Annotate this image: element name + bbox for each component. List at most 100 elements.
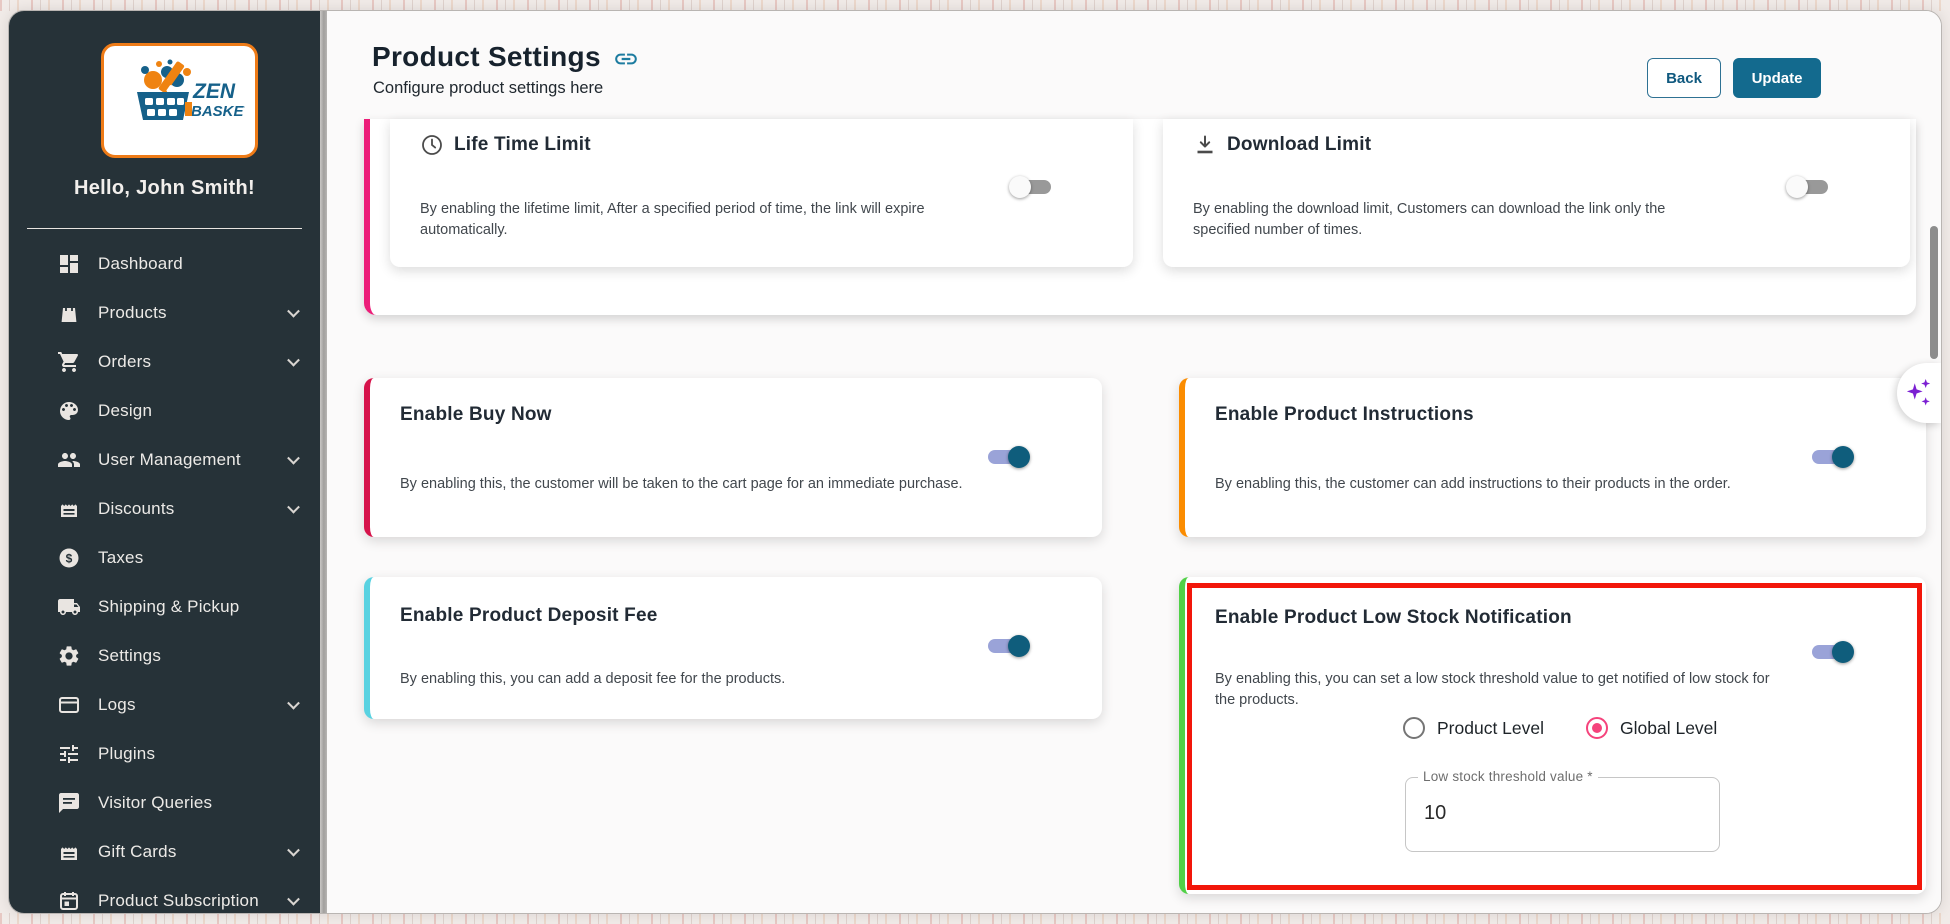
- design-icon: [57, 399, 81, 423]
- sidebar-item-label: Design: [98, 400, 153, 420]
- logo-text-basket: BASKET: [191, 103, 245, 120]
- sidebar-item-label: Product Subscription: [98, 890, 259, 910]
- radio-global-level[interactable]: Global Level: [1586, 717, 1717, 739]
- card-description: By enabling this, the customer will be t…: [400, 476, 963, 492]
- download-limit-toggle[interactable]: [1786, 174, 1832, 200]
- chevron-down-icon: [287, 500, 300, 514]
- sidebar-item-label: User Management: [98, 449, 241, 469]
- chevron-down-icon: [287, 353, 300, 367]
- sidebar-item-label: Logs: [98, 694, 136, 714]
- user-greeting: Hello, John Smith!: [74, 177, 255, 199]
- radio-product-level[interactable]: Product Level: [1403, 717, 1544, 739]
- life-time-limit-toggle[interactable]: [1009, 174, 1055, 200]
- threshold-input-field[interactable]: Low stock threshold value * 10: [1405, 769, 1720, 852]
- queries-icon: [57, 791, 81, 815]
- sidebar-item-plugins[interactable]: Plugins: [9, 729, 320, 778]
- card-title: Download Limit: [1227, 134, 1372, 155]
- toggle-knob: [1832, 446, 1854, 468]
- sidebar-item-orders[interactable]: Orders: [9, 337, 320, 386]
- sidebar-item-product-subscription[interactable]: Product Subscription: [9, 876, 320, 913]
- sidebar-item-label: Taxes: [98, 547, 144, 567]
- update-button[interactable]: Update: [1733, 58, 1821, 98]
- sidebar-divider: [27, 228, 302, 229]
- sidebar-item-label: Orders: [98, 351, 152, 371]
- card-title: Enable Buy Now: [400, 404, 552, 425]
- sidebar-item-dashboard[interactable]: Dashboard: [9, 239, 320, 288]
- sidebar-item-visitor-queries[interactable]: Visitor Queries: [9, 778, 320, 827]
- chevron-down-icon: [287, 451, 300, 465]
- screen-edge-noise-bottom: [0, 913, 1950, 924]
- page-title: Product Settings: [372, 41, 601, 72]
- sidebar-item-label: Gift Cards: [98, 841, 177, 861]
- toggle-knob: [1786, 176, 1808, 198]
- card-description: By enabling this, you can set a low stoc…: [1215, 671, 1770, 709]
- card-title: Enable Product Deposit Fee: [400, 605, 658, 626]
- orders-icon: [57, 350, 81, 374]
- settings-icon: [57, 644, 81, 668]
- taxes-icon: $: [57, 546, 81, 570]
- product-instructions-card: Enable Product Instructions By enabling …: [1179, 378, 1926, 537]
- sidebar-item-taxes[interactable]: $ Taxes: [9, 533, 320, 582]
- sidebar-menu: Dashboard Products Orders Design User Manage…: [9, 239, 320, 913]
- sidebar-item-user-management[interactable]: User Management: [9, 435, 320, 484]
- sidebar-item-shipping-pickup[interactable]: Shipping & Pickup: [9, 582, 320, 631]
- download-icon: [1193, 133, 1217, 157]
- logs-icon: [57, 693, 81, 717]
- card-description: By enabling this, the customer can add i…: [1215, 476, 1731, 492]
- threshold-input-value: 10: [1424, 802, 1447, 824]
- plugins-icon: [57, 742, 81, 766]
- svg-text:$: $: [66, 551, 73, 565]
- sidebar-item-label: Dashboard: [98, 253, 183, 273]
- sidebar-item-label: Products: [98, 302, 167, 322]
- sidebar-item-logs[interactable]: Logs: [9, 680, 320, 729]
- threshold-input-label: Low stock threshold value *: [1418, 769, 1598, 784]
- products-icon: [57, 301, 81, 325]
- card-description: By enabling this, you can add a deposit …: [400, 671, 786, 687]
- main-content: Product Settings Configure product setti…: [327, 11, 1941, 913]
- low-stock-toggle[interactable]: [1808, 639, 1854, 665]
- users-icon: [57, 448, 81, 472]
- sidebar-item-gift-cards[interactable]: Gift Cards: [9, 827, 320, 876]
- sidebar-item-discounts[interactable]: Discounts: [9, 484, 320, 533]
- low-stock-card: Enable Product Low Stock Notification By…: [1179, 577, 1926, 894]
- sidebar-item-label: Plugins: [98, 743, 156, 763]
- zenbasket-logo[interactable]: ZEN BASKET: [101, 43, 258, 158]
- sidebar: ZEN BASKET Hello, John Smith! Dashboard P…: [9, 11, 320, 913]
- sidebar-item-settings[interactable]: Settings: [9, 631, 320, 680]
- sidebar-item-label: Discounts: [98, 498, 175, 518]
- subscription-icon: [57, 889, 81, 913]
- giftcards-icon: [57, 840, 81, 864]
- card-description: By enabling the download limit, Customer…: [1193, 201, 1666, 239]
- page-subtitle: Configure product settings here: [373, 79, 604, 97]
- toggle-knob: [1832, 641, 1854, 663]
- life-time-limit-card: Life Time Limit By enabling the lifetime…: [390, 119, 1133, 267]
- chevron-down-icon: [287, 304, 300, 318]
- app-window: ZEN BASKET Hello, John Smith! Dashboard P…: [8, 10, 1942, 914]
- discounts-icon: [57, 497, 81, 521]
- sidebar-item-label: Visitor Queries: [98, 792, 213, 812]
- deposit-fee-card: Enable Product Deposit Fee By enabling t…: [364, 577, 1102, 719]
- sidebar-scrollbar[interactable]: [320, 11, 327, 913]
- sidebar-item-label: Settings: [98, 645, 162, 665]
- sidebar-item-design[interactable]: Design: [9, 386, 320, 435]
- radio-label: Product Level: [1437, 717, 1545, 738]
- chevron-down-icon: [287, 843, 300, 857]
- card-title: Enable Product Low Stock Notification: [1215, 607, 1572, 628]
- card-description: By enabling the lifetime limit, After a …: [420, 201, 925, 239]
- deposit-fee-toggle[interactable]: [984, 633, 1030, 659]
- chevron-down-icon: [287, 696, 300, 710]
- copy-link-icon[interactable]: [613, 46, 639, 72]
- card-title: Enable Product Instructions: [1215, 404, 1474, 425]
- sidebar-item-products[interactable]: Products: [9, 288, 320, 337]
- radio-circle-icon: [1586, 717, 1609, 739]
- logo-text-zen: ZEN: [192, 80, 236, 103]
- toggle-knob: [1009, 176, 1031, 198]
- product-instructions-toggle[interactable]: [1808, 444, 1854, 470]
- sparkles-icon: [1906, 379, 1931, 406]
- radio-circle-icon: [1403, 717, 1425, 739]
- chevron-down-icon: [287, 892, 300, 906]
- vertical-scrollbar-thumb[interactable]: [1930, 226, 1938, 359]
- back-button[interactable]: Back: [1647, 58, 1721, 98]
- download-limit-card: Download Limit By enabling the download …: [1163, 119, 1910, 267]
- buy-now-toggle[interactable]: [984, 444, 1030, 470]
